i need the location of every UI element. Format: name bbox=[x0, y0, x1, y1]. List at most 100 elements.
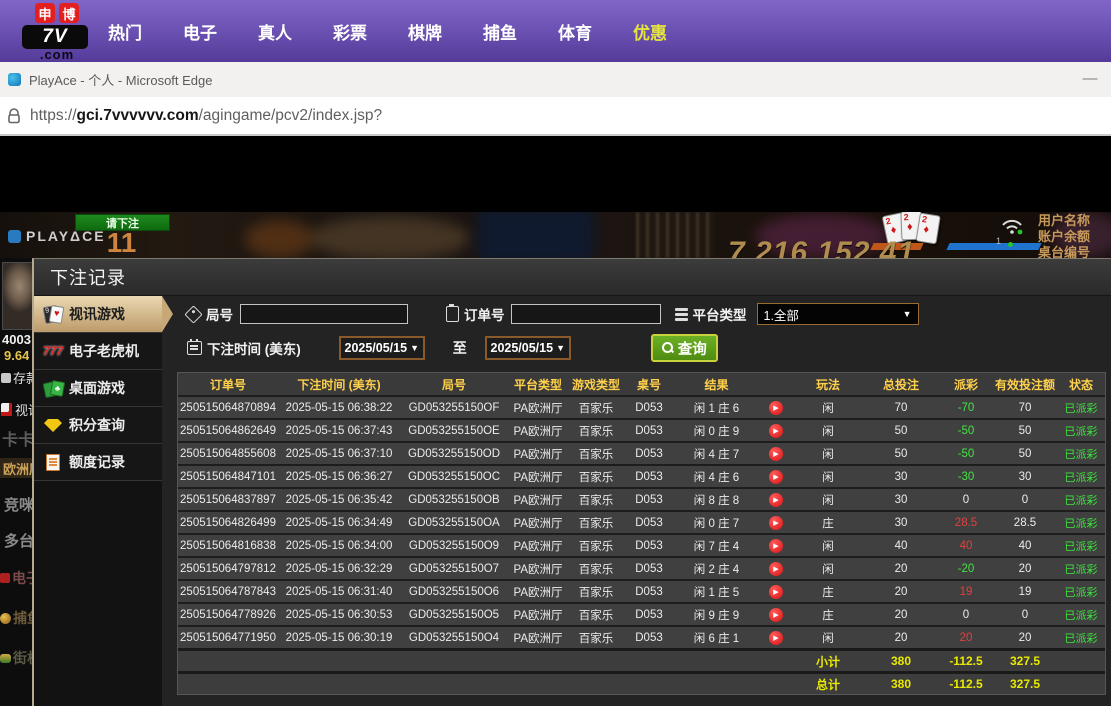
play-button[interactable]: ▶ bbox=[769, 447, 783, 461]
replay-cell: ▶ bbox=[759, 397, 793, 418]
nav-item[interactable]: 捕鱼 bbox=[483, 19, 517, 44]
cell-payout: -30 bbox=[939, 466, 993, 487]
cell-table_no: D053 bbox=[624, 489, 674, 510]
column-header bbox=[759, 373, 793, 395]
cell-status: 已派彩 bbox=[1057, 466, 1105, 487]
lobby-fragment: 街机电玩 bbox=[0, 648, 32, 668]
cell-status: 已派彩 bbox=[1057, 558, 1105, 579]
cell-time: 2025-05-15 06:30:53 bbox=[278, 604, 400, 625]
cell-table_no: D053 bbox=[624, 420, 674, 441]
nav-item[interactable]: 电子 bbox=[183, 19, 217, 44]
summary-valid: 327.5 bbox=[993, 651, 1057, 671]
menu-label: 积分查询 bbox=[69, 415, 125, 435]
column-header: 游戏类型 bbox=[568, 373, 624, 395]
cell-round: GD053255150OC bbox=[400, 466, 508, 487]
summary-row: 小计380-112.5327.5 bbox=[178, 648, 1105, 671]
menu-item-points[interactable]: 积分查询 bbox=[34, 407, 162, 444]
url-input[interactable]: https://gci.7vvvvvv.com/agingame/pcv2/in… bbox=[30, 107, 382, 125]
lobby-fragment-label: 竞咪 bbox=[4, 494, 32, 515]
cell-result: 闲 4 庄 7 bbox=[674, 443, 759, 464]
platform-select[interactable]: 1.全部 bbox=[757, 303, 919, 325]
menu-item-quota[interactable]: 额度记录 bbox=[34, 444, 162, 481]
play-button[interactable]: ▶ bbox=[769, 608, 783, 622]
nav-item[interactable]: 优惠 bbox=[633, 19, 667, 44]
summary-empty-cell bbox=[178, 674, 278, 694]
cell-total: 20 bbox=[863, 627, 939, 648]
cell-payout: 0 bbox=[939, 489, 993, 510]
lobby-fragment: 视讯 bbox=[1, 400, 32, 419]
replay-cell: ▶ bbox=[759, 466, 793, 487]
play-button[interactable]: ▶ bbox=[769, 585, 783, 599]
cell-result: 闲 6 庄 1 bbox=[674, 627, 759, 648]
cell-table_no: D053 bbox=[624, 581, 674, 602]
column-header: 桌号 bbox=[624, 373, 674, 395]
cell-time: 2025-05-15 06:30:19 bbox=[278, 627, 400, 648]
lobby-fragment: 9.64 bbox=[4, 348, 29, 363]
account-label: 桌台编号 bbox=[1038, 245, 1090, 258]
summary-empty-cell bbox=[508, 651, 568, 671]
play-button[interactable]: ▶ bbox=[769, 470, 783, 484]
cell-play: 闲 bbox=[793, 397, 863, 418]
browser-titlebar: PlayAce - 个人 - Microsoft Edge — bbox=[0, 62, 1111, 98]
minimize-button[interactable]: — bbox=[1079, 70, 1101, 90]
nav-item[interactable]: 彩票 bbox=[333, 19, 367, 44]
date-from-picker[interactable]: 2025/05/15 bbox=[339, 336, 425, 360]
query-button[interactable]: 查询 bbox=[651, 334, 718, 362]
play-button[interactable]: ▶ bbox=[769, 539, 783, 553]
replay-cell: ▶ bbox=[759, 443, 793, 464]
cell-table_no: D053 bbox=[624, 535, 674, 556]
replay-cell: ▶ bbox=[759, 512, 793, 533]
cell-status: 已派彩 bbox=[1057, 420, 1105, 441]
lobby-fragment: 卡卡湾 bbox=[2, 426, 32, 450]
table-row: 2505150647978122025-05-15 06:32:29GD0532… bbox=[178, 556, 1105, 579]
cell-valid: 50 bbox=[993, 420, 1057, 441]
replay-cell: ▶ bbox=[759, 627, 793, 648]
backdrop-blob bbox=[245, 220, 315, 258]
nav-item[interactable]: 真人 bbox=[258, 19, 292, 44]
cell-order: 250515064797812 bbox=[178, 558, 278, 579]
round-tag-icon bbox=[184, 305, 202, 323]
filter-row-1: 局号 订单号 平台类型 1.全部 bbox=[187, 303, 1111, 325]
order-input[interactable] bbox=[511, 304, 661, 324]
play-button[interactable]: ▶ bbox=[769, 493, 783, 507]
lock-icon[interactable] bbox=[7, 108, 21, 124]
site-logo[interactable]: 申 博 7V .com bbox=[22, 3, 92, 61]
play-button[interactable]: ▶ bbox=[769, 631, 783, 645]
play-button[interactable]: ▶ bbox=[769, 401, 783, 415]
play-button[interactable]: ▶ bbox=[769, 424, 783, 438]
modal-header: 下注记录 bbox=[34, 259, 1111, 296]
cell-play: 闲 bbox=[793, 466, 863, 487]
card-suit-icon: ♦ bbox=[890, 224, 898, 237]
cell-round: GD053255150OB bbox=[400, 489, 508, 510]
search-icon bbox=[662, 342, 674, 354]
summary-empty-cell bbox=[1057, 674, 1105, 694]
nav-item[interactable]: 体育 bbox=[558, 19, 592, 44]
cell-table_no: D053 bbox=[624, 558, 674, 579]
play-button[interactable]: ▶ bbox=[769, 516, 783, 530]
cell-status: 已派彩 bbox=[1057, 627, 1105, 648]
cell-payout: -50 bbox=[939, 420, 993, 441]
cell-play: 闲 bbox=[793, 420, 863, 441]
round-input[interactable] bbox=[240, 304, 408, 324]
jackpot-counter: 7 216 152 41 bbox=[728, 236, 915, 258]
cell-time: 2025-05-15 06:34:49 bbox=[278, 512, 400, 533]
cell-order: 250515064847101 bbox=[178, 466, 278, 487]
play-button[interactable]: ▶ bbox=[769, 562, 783, 576]
cell-valid: 20 bbox=[993, 558, 1057, 579]
date-to-picker[interactable]: 2025/05/15 bbox=[485, 336, 571, 360]
black-band bbox=[0, 136, 1111, 212]
cell-play: 闲 bbox=[793, 558, 863, 579]
menu-label: 额度记录 bbox=[69, 452, 125, 472]
menu-item-slots[interactable]: 777 电子老虎机 bbox=[34, 333, 162, 370]
cell-payout: 40 bbox=[939, 535, 993, 556]
quota-document-icon bbox=[43, 453, 63, 471]
nav-item[interactable]: 棋牌 bbox=[408, 19, 442, 44]
replay-cell: ▶ bbox=[759, 558, 793, 579]
order-label: 订单号 bbox=[464, 304, 505, 324]
nav-item[interactable]: 热门 bbox=[108, 19, 142, 44]
menu-item-video-games[interactable]: 9♥ 视讯游戏 bbox=[34, 296, 162, 333]
cell-total: 30 bbox=[863, 466, 939, 487]
menu-item-table-games[interactable]: ♣ 桌面游戏 bbox=[34, 370, 162, 407]
platform-label: 平台类型 bbox=[693, 304, 747, 324]
summary-empty-cell bbox=[568, 651, 624, 671]
